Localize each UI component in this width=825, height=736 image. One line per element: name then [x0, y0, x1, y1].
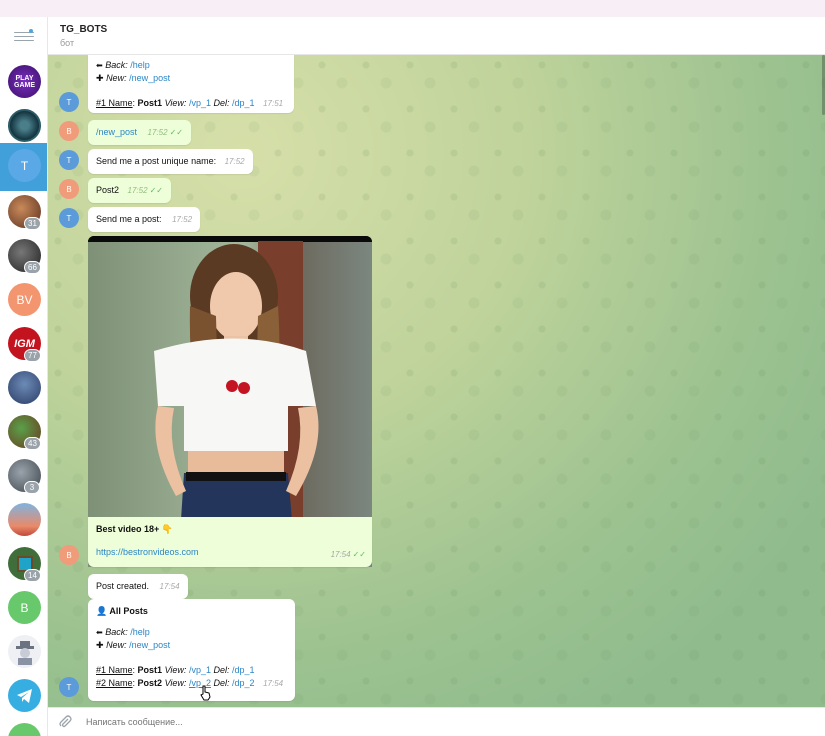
view-post-link[interactable]: /vp_1: [189, 665, 211, 675]
photo-caption: Best video 18+ 👇 https://bestronvideos.c…: [88, 517, 372, 567]
message-input[interactable]: [86, 717, 686, 727]
new-line: ✚ New: /new_post: [96, 640, 171, 650]
post-row: #1 Name: Post1 View: /vp_1 Del: /dp_1 17…: [96, 98, 284, 108]
back-arrow-icon: ⬅: [96, 61, 103, 70]
avatar: B: [8, 591, 41, 624]
unread-badge: 31: [24, 217, 41, 230]
delete-post-link[interactable]: /dp_1: [232, 98, 255, 108]
avatar: [8, 723, 41, 736]
double-check-icon: ✓✓: [169, 128, 183, 137]
bot-avatar[interactable]: T: [59, 150, 79, 170]
bot-avatar[interactable]: T: [59, 677, 79, 697]
post-row: #2 Name: Post2 View: /vp_2 Del: /dp_2 17…: [96, 678, 284, 688]
chat-item-14[interactable]: [0, 629, 47, 677]
scrollbar[interactable]: [821, 55, 825, 707]
chat-item-10[interactable]: 3: [0, 453, 47, 501]
avatar: PLAY GAME: [8, 65, 41, 98]
message-bubble-outgoing: /new_post 17:52 ✓✓: [88, 120, 191, 145]
user-avatar[interactable]: B: [59, 121, 79, 141]
window-top-strip: [0, 0, 825, 17]
back-line: ⬅ Back: /help: [96, 60, 150, 70]
chat-item-9[interactable]: 43: [0, 409, 47, 457]
message-bubble: Send me a post unique name: 17:52: [88, 149, 253, 174]
plus-icon: ✚: [96, 73, 104, 83]
chat-header[interactable]: TG_BOTS бот: [48, 17, 825, 55]
chat-item-tg-bots[interactable]: T: [0, 143, 47, 191]
avatar: [8, 109, 41, 142]
chat-item-4[interactable]: 31: [0, 189, 47, 237]
avatar: BV: [8, 283, 41, 316]
delete-post-link[interactable]: /dp_1: [232, 665, 255, 675]
bot-avatar[interactable]: T: [59, 92, 79, 112]
menu-icon[interactable]: [14, 29, 34, 45]
all-posts-message: 👤 All Posts ⬅ Back: /help ✚ New: /new_po…: [88, 599, 295, 701]
plus-icon: ✚: [96, 640, 104, 650]
person-icon: 👤: [96, 606, 108, 616]
chat-item-telegram[interactable]: [0, 673, 47, 721]
external-link[interactable]: https://bestronvideos.com: [96, 547, 199, 557]
help-command-link[interactable]: /help: [130, 60, 150, 70]
chat-item-playgame[interactable]: PLAY GAME: [0, 59, 47, 107]
message-area[interactable]: ⬅ Back: /help ✚ New: /new_post #1 Name: …: [48, 55, 825, 707]
double-check-icon: ✓✓: [352, 550, 366, 559]
hand-cursor-icon: [200, 685, 211, 701]
unread-badge: 14: [24, 569, 41, 582]
new-line: ✚ New: /new_post: [96, 73, 171, 83]
bot-avatar[interactable]: T: [59, 208, 79, 228]
unread-badge: 66: [24, 261, 41, 274]
avatar: [8, 679, 41, 712]
composer: [48, 707, 825, 736]
chat-item-8[interactable]: [0, 365, 47, 413]
chat-item-bv[interactable]: BV: [0, 277, 47, 325]
user-avatar[interactable]: B: [59, 545, 79, 565]
avatar: [8, 503, 41, 536]
chat-status: бот: [60, 38, 75, 48]
menu-notification-dot: [29, 29, 33, 33]
delete-post-link[interactable]: /dp_2: [232, 678, 255, 688]
attach-paperclip-icon[interactable]: [58, 715, 72, 729]
hat-person-icon: [15, 640, 34, 665]
chat-list-sidebar: PLAY GAME T 31 66 BV IGM 77 43 3 14 B: [0, 17, 48, 736]
chat-item-igm[interactable]: IGM 77: [0, 321, 47, 369]
unread-badge: 43: [24, 437, 41, 450]
message-bubble: ⬅ Back: /help ✚ New: /new_post #1 Name: …: [88, 55, 294, 113]
new-post-command-link[interactable]: /new_post: [129, 73, 170, 83]
view-post-link[interactable]: /vp_1: [189, 98, 211, 108]
chat-item-12[interactable]: 14: [0, 541, 47, 589]
avatar: [8, 635, 41, 668]
unread-badge: 77: [24, 349, 41, 362]
chat-item-5[interactable]: 66: [0, 233, 47, 281]
post-row: #1 Name: Post1 View: /vp_1 Del: /dp_1: [96, 665, 255, 675]
chat-title: TG_BOTS: [60, 24, 108, 35]
message-bubble: Send me a post: 17:52: [88, 207, 201, 232]
avatar: T: [8, 149, 41, 182]
all-posts-title: 👤 All Posts: [96, 606, 148, 616]
double-check-icon: ✓✓: [149, 186, 163, 195]
avatar: [8, 371, 41, 404]
telegram-plane-icon: [16, 688, 32, 703]
new-post-command-link[interactable]: /new_post: [129, 640, 170, 650]
chat-item-16[interactable]: [0, 717, 47, 736]
back-line: ⬅ Back: /help: [96, 627, 150, 637]
help-command-link[interactable]: /help: [130, 627, 150, 637]
message-bubble-outgoing: Post2 17:52 ✓✓: [88, 178, 171, 203]
chat-item-b[interactable]: B: [0, 585, 47, 633]
unread-badge: 3: [24, 481, 40, 494]
back-arrow-icon: ⬅: [96, 628, 103, 637]
message-bubble: Post created. 17:54: [88, 574, 188, 599]
user-avatar[interactable]: B: [59, 179, 79, 199]
chat-item-11[interactable]: [0, 497, 47, 545]
